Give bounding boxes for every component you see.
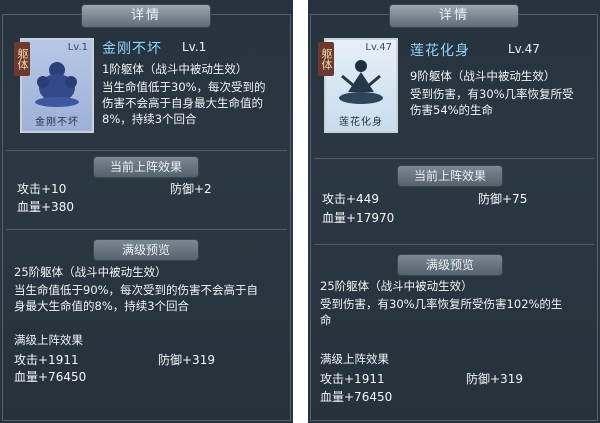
skill-name: 金刚不坏 bbox=[102, 41, 162, 57]
card-level: Lv.1 bbox=[67, 42, 88, 53]
max-stat-hp: 血量+76450 bbox=[14, 370, 87, 384]
stat-attack: 攻击+10 bbox=[17, 182, 67, 196]
section-divider bbox=[6, 229, 287, 230]
skill-card[interactable]: 躯体 Lv.47 莲花化身 bbox=[318, 38, 398, 133]
max-preview-title: 满级预览 bbox=[398, 255, 502, 275]
detail-panel-right: 详情 躯体 Lv.47 莲花化身 莲花化身 Lv.47 9阶躯体（战斗中被动生效… bbox=[308, 0, 600, 423]
max-stat-defense: 防御+319 bbox=[466, 372, 523, 386]
card-name: 莲花化身 bbox=[339, 117, 383, 128]
max-effect-title: 满级上阵效果 bbox=[320, 352, 389, 366]
detail-tab[interactable]: 详情 bbox=[390, 5, 518, 27]
vajra-figure-icon bbox=[35, 62, 79, 107]
skill-card[interactable]: 躯体 Lv.1 金刚不坏 bbox=[14, 38, 94, 133]
skill-desc-line: 当生命值低于30%，每次受到的 bbox=[102, 80, 266, 94]
max-effect-title: 满级上阵效果 bbox=[14, 333, 83, 347]
skill-desc-line: 伤害不会高于自身最大生命值的 bbox=[102, 96, 263, 110]
skill-type: 1阶躯体（战斗中被动生效） bbox=[102, 62, 248, 76]
skill-level: Lv.1 bbox=[182, 40, 207, 54]
max-stat-attack: 攻击+1911 bbox=[320, 372, 385, 386]
detail-panel-left: 详情 躯体 Lv.1 金刚不坏 金刚不坏 Lv.1 1阶躯体（战斗中被动生效） … bbox=[0, 0, 293, 423]
max-desc-line: 受到伤害，有30%几率恢复所受伤害102%的生 bbox=[320, 297, 563, 311]
stat-hp: 血量+17970 bbox=[322, 211, 395, 225]
max-skill-type: 25阶躯体（战斗中被动生效） bbox=[320, 279, 473, 293]
lotus-figure-icon bbox=[339, 60, 383, 104]
section-divider bbox=[6, 150, 287, 151]
card-name: 金刚不坏 bbox=[35, 117, 79, 128]
card-type-badge: 躯体 bbox=[318, 42, 334, 76]
max-desc-line: 命 bbox=[320, 313, 332, 327]
max-desc-line: 当生命值低于90%，每次受到的伤害不会高于自 bbox=[14, 283, 259, 297]
stat-defense: 防御+2 bbox=[170, 182, 212, 196]
max-skill-type: 25阶躯体（战斗中被动生效） bbox=[14, 265, 167, 279]
card-type-badge: 躯体 bbox=[14, 42, 30, 76]
skill-name: 莲花化身 bbox=[410, 43, 470, 59]
current-effect-title: 当前上阵效果 bbox=[94, 157, 198, 177]
skill-desc-line: 伤害54%的生命 bbox=[410, 103, 494, 117]
max-preview-title: 满级预览 bbox=[94, 240, 198, 260]
detail-tab[interactable]: 详情 bbox=[82, 5, 210, 27]
stat-attack: 攻击+449 bbox=[322, 192, 379, 206]
max-desc-line: 身最大生命值的8%，持续3个回合 bbox=[14, 299, 190, 313]
section-divider bbox=[314, 158, 594, 159]
max-stat-hp: 血量+76450 bbox=[320, 390, 393, 404]
max-stat-defense: 防御+319 bbox=[158, 353, 215, 367]
card-level: Lv.47 bbox=[365, 42, 392, 53]
current-effect-title: 当前上阵效果 bbox=[398, 166, 502, 186]
skill-type: 9阶躯体（战斗中被动生效） bbox=[410, 69, 556, 83]
stat-hp: 血量+380 bbox=[17, 200, 74, 214]
skill-desc-line: 受到伤害，有30%几率恢复所受 bbox=[410, 87, 574, 101]
section-divider bbox=[314, 244, 594, 245]
skill-level: Lv.47 bbox=[508, 42, 540, 56]
skill-desc-line: 8%，持续3个回合 bbox=[102, 112, 197, 126]
stat-defense: 防御+75 bbox=[478, 192, 528, 206]
max-stat-attack: 攻击+1911 bbox=[14, 353, 79, 367]
